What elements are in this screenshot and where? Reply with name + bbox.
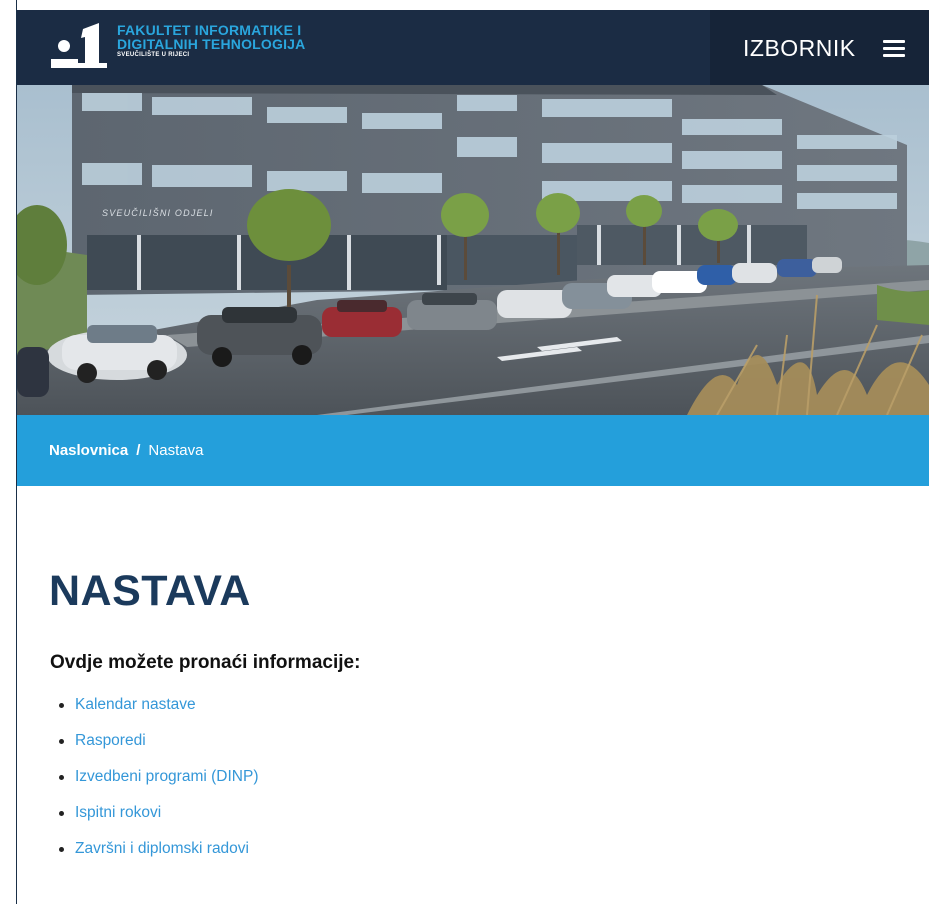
info-link-list: Kalendar nastave Rasporedi Izvedbeni pro… xyxy=(57,696,258,876)
link-ispitni-rokovi[interactable]: Ispitni rokovi xyxy=(75,804,161,821)
building-sign-text: SVEUČILIŠNI ODJELI xyxy=(102,208,214,218)
logo-one-mark-icon xyxy=(51,23,107,68)
link-izvedbeni-programi[interactable]: Izvedbeni programi (DINP) xyxy=(75,768,258,785)
bullet-icon xyxy=(59,739,64,744)
breadcrumb-home-link[interactable]: Naslovnica xyxy=(49,442,128,459)
link-kalendar-nastave[interactable]: Kalendar nastave xyxy=(75,696,196,713)
link-rasporedi[interactable]: Rasporedi xyxy=(75,732,146,749)
breadcrumb-row: Naslovnica / Nastava xyxy=(49,442,203,459)
list-item: Ispitni rokovi xyxy=(57,804,258,840)
bullet-icon xyxy=(59,775,64,780)
bullet-icon xyxy=(59,847,64,852)
page: FAKULTET INFORMATIKE I DIGITALNIH TEHNOL… xyxy=(0,0,929,904)
bullet-icon xyxy=(59,811,64,816)
list-item: Izvedbeni programi (DINP) xyxy=(57,768,258,804)
bullet-icon xyxy=(59,703,64,708)
lead-text: Ovdje možete pronaći informacije: xyxy=(50,652,361,673)
link-zavrsni-diplomski-radovi[interactable]: Završni i diplomski radovi xyxy=(75,840,249,857)
menu-label: IZBORNIK xyxy=(743,35,856,61)
logo-university: SVEUČILIŠTE U RIJECI xyxy=(117,52,190,58)
page-title: NASTAVA xyxy=(49,567,251,615)
site-header: FAKULTET INFORMATIKE I DIGITALNIH TEHNOL… xyxy=(17,10,929,85)
content-frame: FAKULTET INFORMATIKE I DIGITALNIH TEHNOL… xyxy=(17,0,929,904)
list-item: Rasporedi xyxy=(57,732,258,768)
menu-button[interactable]: IZBORNIK xyxy=(710,10,929,85)
hamburger-icon xyxy=(883,40,905,58)
logo-line-2: DIGITALNIH TEHNOLOGIJA xyxy=(117,36,306,52)
breadcrumb-current: Nastava xyxy=(148,442,204,459)
faculty-logo[interactable]: FAKULTET INFORMATIKE I DIGITALNIH TEHNOL… xyxy=(51,23,351,75)
logo-text: FAKULTET INFORMATIKE I DIGITALNIH TEHNOL… xyxy=(117,23,305,59)
breadcrumb: Naslovnica / Nastava xyxy=(17,415,929,486)
breadcrumb-separator: / xyxy=(136,442,141,459)
list-item: Kalendar nastave xyxy=(57,696,258,732)
logo-line-1: FAKULTET INFORMATIKE I xyxy=(117,22,302,38)
hero-photo-faculty-building: SVEUČILIŠNI ODJELI xyxy=(17,85,929,415)
list-item: Završni i diplomski radovi xyxy=(57,840,258,876)
building-photo-illustration: SVEUČILIŠNI ODJELI xyxy=(17,85,929,415)
